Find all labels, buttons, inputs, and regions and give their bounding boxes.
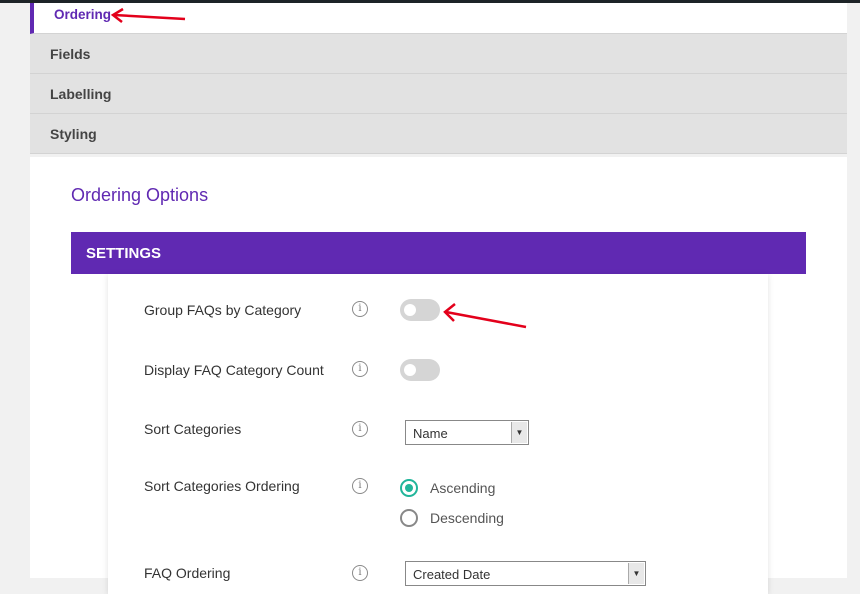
- tab-styling[interactable]: Styling: [30, 114, 847, 154]
- setting-label: Display FAQ Category Count: [144, 362, 324, 378]
- setting-label: Sort Categories: [144, 421, 242, 437]
- toggle-knob: [404, 304, 416, 316]
- display-category-count-toggle[interactable]: [400, 359, 440, 381]
- radio-ascending[interactable]: [400, 479, 418, 497]
- radio-label-descending: Descending: [430, 510, 504, 526]
- tab-fields[interactable]: Fields: [30, 34, 847, 74]
- settings-panel: Ordering Options SETTINGS Group FAQs by …: [30, 157, 847, 594]
- tab-labelling[interactable]: Labelling: [30, 74, 847, 114]
- setting-label: Group FAQs by Category: [144, 302, 302, 318]
- settings-card: Group FAQs by Category i Display FAQ Cat…: [108, 274, 768, 594]
- faq-ordering-select[interactable]: Created Date ▼: [405, 561, 646, 586]
- tab-label: Styling: [50, 126, 97, 142]
- red-arrow-annotation: [443, 303, 527, 329]
- tab-label: Ordering: [54, 7, 112, 22]
- toggle-knob: [404, 364, 416, 376]
- radio-label-ascending: Ascending: [430, 480, 496, 496]
- chevron-down-icon: ▼: [628, 563, 644, 584]
- settings-section-header: SETTINGS: [71, 232, 806, 274]
- info-icon[interactable]: i: [352, 421, 368, 437]
- sort-categories-select[interactable]: Name ▼: [405, 420, 529, 445]
- info-icon[interactable]: i: [352, 301, 368, 317]
- tab-label: Labelling: [50, 86, 112, 102]
- select-value: Created Date: [413, 567, 491, 582]
- page-title: Ordering Options: [71, 185, 209, 205]
- select-value: Name: [413, 426, 448, 441]
- group-by-category-toggle[interactable]: [400, 299, 440, 321]
- info-icon[interactable]: i: [352, 478, 368, 494]
- info-icon[interactable]: i: [352, 361, 368, 377]
- chevron-down-icon: ▼: [511, 422, 527, 443]
- setting-label: FAQ Ordering: [144, 565, 231, 581]
- radio-descending[interactable]: [400, 509, 418, 527]
- info-icon[interactable]: i: [352, 565, 368, 581]
- tab-label: Fields: [50, 46, 91, 62]
- red-arrow-annotation: [110, 7, 186, 23]
- setting-label: Sort Categories Ordering: [144, 478, 300, 494]
